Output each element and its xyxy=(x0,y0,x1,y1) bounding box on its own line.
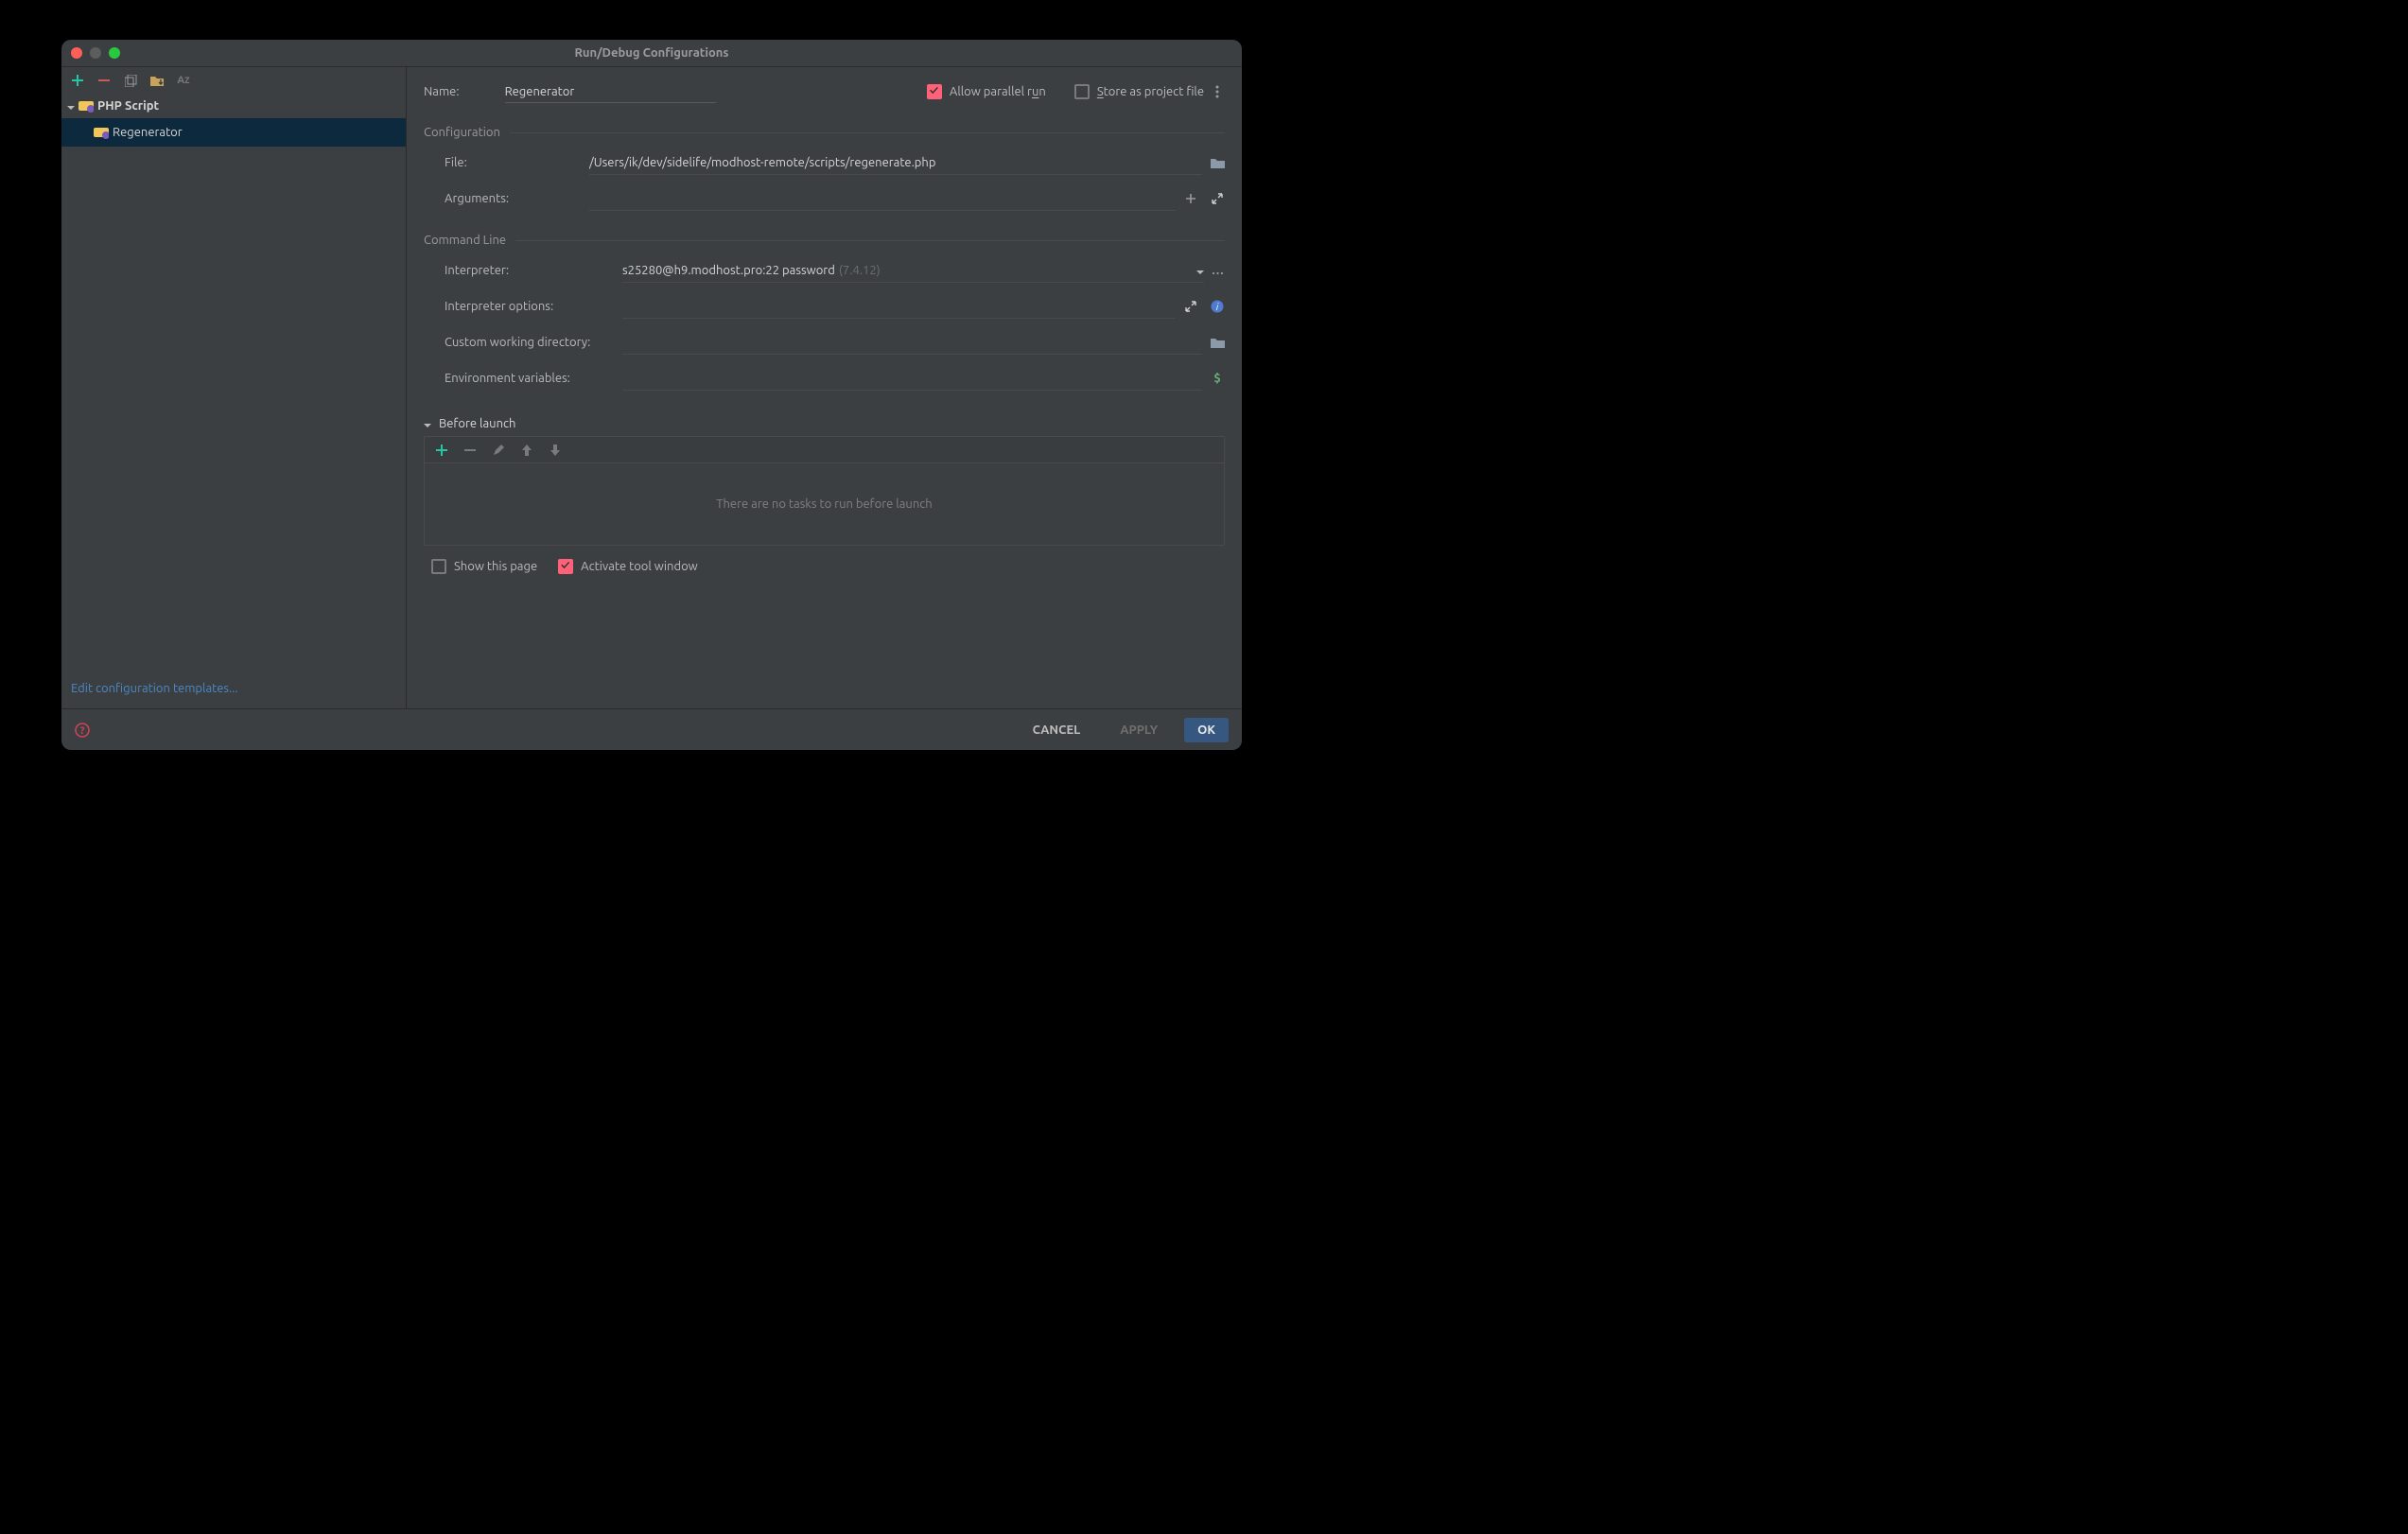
file-input[interactable] xyxy=(589,156,1202,169)
add-configuration-icon[interactable] xyxy=(71,74,84,87)
ok-button[interactable]: OK xyxy=(1184,718,1229,742)
browse-file-icon[interactable] xyxy=(1210,155,1225,170)
edit-configuration-templates-link[interactable]: Edit configuration templates... xyxy=(71,682,238,695)
interpreter-label: Interpreter: xyxy=(424,264,622,277)
before-launch-toggle[interactable]: Before launch xyxy=(424,417,1225,430)
remove-configuration-icon[interactable] xyxy=(97,74,111,87)
env-vars-label: Environment variables: xyxy=(424,372,622,385)
arguments-label: Arguments: xyxy=(424,192,589,205)
expand-interpreter-options-icon[interactable] xyxy=(1183,299,1198,314)
remove-task-icon[interactable] xyxy=(462,443,478,458)
cwd-label: Custom working directory: xyxy=(424,336,622,349)
edit-task-icon[interactable] xyxy=(491,443,506,458)
run-debug-configurations-dialog: Run/Debug Configurations AZ xyxy=(61,40,1242,750)
interpreter-browse-button[interactable]: … xyxy=(1212,264,1225,277)
name-label: Name: xyxy=(424,85,460,98)
env-vars-input[interactable] xyxy=(622,372,1202,385)
file-label: File: xyxy=(424,156,589,169)
activate-tool-window-label: Activate tool window xyxy=(581,560,698,573)
interpreter-options-label: Interpreter options: xyxy=(424,300,622,313)
save-to-folder-icon[interactable] xyxy=(150,74,164,87)
titlebar: Run/Debug Configurations xyxy=(61,40,1242,66)
interpreter-options-input[interactable] xyxy=(622,300,1176,313)
cwd-input[interactable] xyxy=(622,336,1202,349)
chevron-down-icon xyxy=(67,99,75,113)
chevron-down-icon xyxy=(424,417,431,430)
info-icon[interactable]: i xyxy=(1210,299,1225,314)
allow-parallel-run-checkbox[interactable] xyxy=(927,84,942,99)
configurations-sidebar: AZ PHP Script Regenerator xyxy=(61,67,407,708)
configuration-name-input[interactable] xyxy=(505,80,716,103)
svg-text:?: ? xyxy=(80,725,85,737)
before-launch-tasks: There are no tasks to run before launch xyxy=(424,436,1225,546)
dialog-footer: ? CANCEL APPLY OK xyxy=(61,708,1242,750)
configurations-tree[interactable]: PHP Script Regenerator xyxy=(61,94,406,672)
section-configuration: Configuration xyxy=(424,126,1225,139)
tree-group-php-script[interactable]: PHP Script xyxy=(61,94,406,118)
interpreter-value: s25280@h9.modhost.pro:22 password xyxy=(622,264,835,277)
env-vars-edit-icon[interactable]: $ xyxy=(1210,371,1225,386)
zoom-window-button[interactable] xyxy=(109,47,120,59)
sidebar-toolbar: AZ xyxy=(61,67,406,94)
interpreter-version: (7.4.12) xyxy=(839,264,881,277)
chevron-down-icon xyxy=(1196,264,1204,277)
move-task-down-icon[interactable] xyxy=(548,443,563,458)
before-launch-label: Before launch xyxy=(439,417,515,430)
tree-group-label: PHP Script xyxy=(97,99,159,113)
configuration-main-panel: Name: Allow parallel run Store as projec… xyxy=(407,67,1242,708)
add-task-icon[interactable] xyxy=(434,443,449,458)
store-options-icon[interactable] xyxy=(1210,84,1225,99)
cancel-button[interactable]: CANCEL xyxy=(1020,718,1094,742)
close-window-button[interactable] xyxy=(71,47,82,59)
show-this-page-checkbox[interactable] xyxy=(431,559,446,574)
window-controls xyxy=(71,47,120,59)
store-as-project-file-checkbox[interactable] xyxy=(1074,84,1090,99)
move-task-up-icon[interactable] xyxy=(519,443,534,458)
arguments-input[interactable] xyxy=(589,192,1176,205)
sort-alpha-icon[interactable]: AZ xyxy=(177,74,190,87)
expand-arguments-icon[interactable] xyxy=(1210,191,1225,206)
help-icon[interactable]: ? xyxy=(75,723,90,738)
php-script-type-icon xyxy=(94,126,109,139)
tasks-empty-text: There are no tasks to run before launch xyxy=(425,463,1224,545)
tree-item-regenerator[interactable]: Regenerator xyxy=(61,118,406,147)
tree-item-label: Regenerator xyxy=(113,126,183,139)
allow-parallel-run-label: Allow parallel run xyxy=(950,85,1046,98)
copy-configuration-icon[interactable] xyxy=(124,74,137,87)
insert-macro-icon[interactable] xyxy=(1183,191,1198,206)
browse-cwd-icon[interactable] xyxy=(1210,335,1225,350)
minimize-window-button[interactable] xyxy=(90,47,101,59)
apply-button[interactable]: APPLY xyxy=(1107,718,1171,742)
tasks-toolbar xyxy=(425,437,1224,463)
dialog-title: Run/Debug Configurations xyxy=(574,46,728,60)
show-this-page-label: Show this page xyxy=(454,560,537,573)
section-command-line: Command Line xyxy=(424,234,1225,247)
activate-tool-window-checkbox[interactable] xyxy=(558,559,573,574)
php-script-type-icon xyxy=(79,99,94,113)
interpreter-select[interactable]: s25280@h9.modhost.pro:22 password (7.4.1… xyxy=(622,258,1204,283)
store-as-project-file-label: Store as project file xyxy=(1097,85,1204,98)
